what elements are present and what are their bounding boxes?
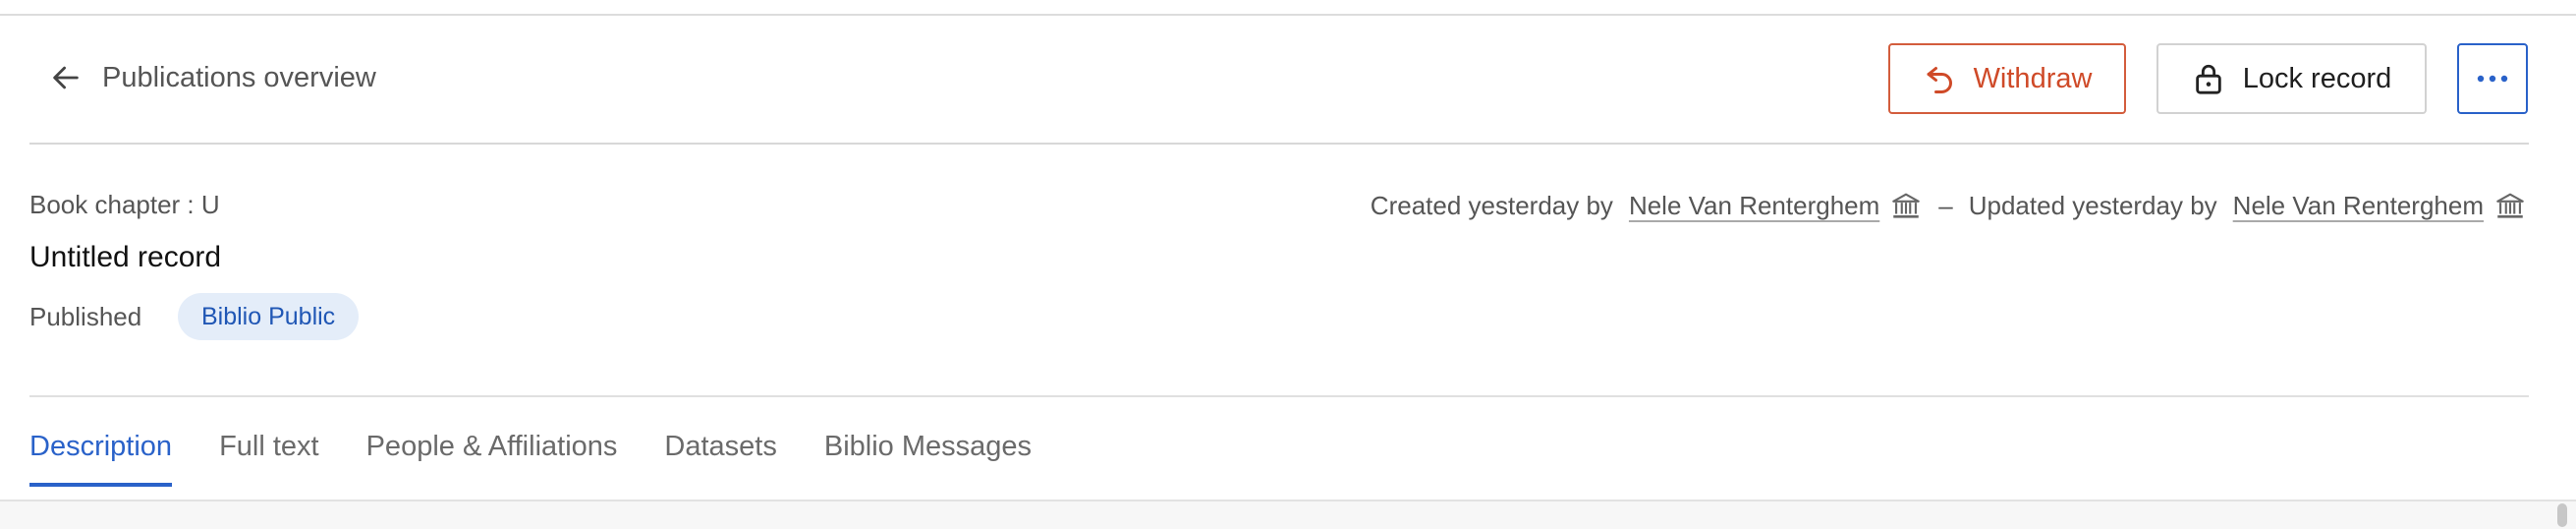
withdraw-label: Withdraw bbox=[1973, 62, 2093, 94]
updated-by-link[interactable]: Nele Van Renterghem bbox=[2233, 191, 2484, 221]
lock-record-button[interactable]: Lock record bbox=[2156, 43, 2427, 114]
record-title: Untitled record bbox=[29, 241, 222, 273]
record-status: Published bbox=[29, 302, 142, 331]
tab-full-text[interactable]: Full text bbox=[219, 431, 319, 483]
back-label: Publications overview bbox=[102, 61, 376, 93]
scrollbar-thumb[interactable] bbox=[2557, 503, 2567, 527]
header-divider bbox=[29, 143, 2529, 145]
tab-datasets[interactable]: Datasets bbox=[664, 431, 776, 483]
tab-description[interactable]: Description bbox=[29, 431, 173, 487]
more-actions-button[interactable] bbox=[2457, 43, 2528, 114]
content-area bbox=[0, 500, 2576, 529]
record-type: Book chapter : U bbox=[29, 190, 220, 219]
arrow-left-icon bbox=[53, 66, 79, 89]
updated-prefix: Updated yesterday by bbox=[1968, 190, 2217, 220]
ellipsis-icon bbox=[2477, 75, 2508, 83]
undo-icon bbox=[1927, 67, 1952, 93]
status-badge: Biblio Public bbox=[178, 293, 360, 340]
lock-icon bbox=[2195, 64, 2221, 94]
created-by-link[interactable]: Nele Van Renterghem bbox=[1629, 191, 1879, 221]
tab-people-affiliations[interactable]: People & Affiliations bbox=[366, 431, 618, 483]
created-prefix: Created yesterday by bbox=[1370, 190, 1613, 220]
top-divider bbox=[0, 14, 2576, 16]
institution-icon bbox=[2493, 189, 2527, 222]
back-to-overview-link[interactable]: Publications overview bbox=[49, 61, 376, 94]
lock-label: Lock record bbox=[2242, 62, 2392, 94]
tab-biblio-messages[interactable]: Biblio Messages bbox=[824, 431, 1032, 483]
institution-icon bbox=[1889, 189, 1923, 222]
tabs-divider bbox=[29, 395, 2529, 397]
record-tabs: Description Full text People & Affiliati… bbox=[29, 431, 1079, 487]
record-meta: Created yesterday by Nele Van Renterghem… bbox=[1371, 189, 2527, 222]
withdraw-button[interactable]: Withdraw bbox=[1888, 43, 2126, 114]
meta-separator: – bbox=[1938, 190, 1953, 220]
